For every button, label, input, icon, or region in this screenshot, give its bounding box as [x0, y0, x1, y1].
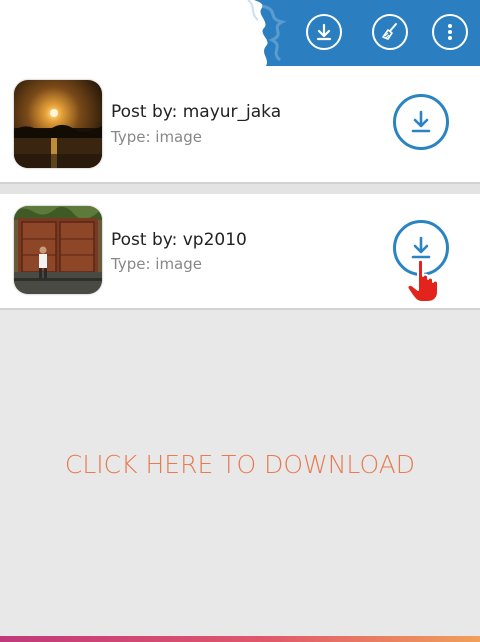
download-cta-link[interactable]: CLICK HERE TO DOWNLOAD — [0, 450, 480, 479]
bottom-gradient-strip — [0, 636, 480, 642]
post-author: Post by: vp2010 — [111, 230, 247, 250]
man-at-wooden-gate-photo — [14, 206, 102, 294]
more-options-button[interactable] — [432, 14, 468, 50]
download-all-button[interactable] — [306, 14, 342, 50]
post-thumbnail — [14, 206, 102, 294]
more-vertical-icon — [448, 24, 452, 40]
top-bar — [0, 0, 480, 68]
download-button[interactable] — [393, 94, 449, 150]
clear-button[interactable] — [372, 14, 408, 50]
post-type: Type: image — [111, 128, 202, 146]
download-icon — [411, 110, 431, 133]
pointing-hand-icon — [404, 258, 444, 304]
post-type: Type: image — [111, 255, 202, 273]
post-author: Post by: mayur_jaka — [111, 102, 282, 122]
sunset-lake-photo — [14, 80, 102, 168]
broom-icon — [382, 23, 397, 40]
download-icon — [316, 23, 332, 41]
list-item[interactable]: Post by: mayur_jaka Type: image — [0, 68, 480, 184]
post-thumbnail — [14, 80, 102, 168]
